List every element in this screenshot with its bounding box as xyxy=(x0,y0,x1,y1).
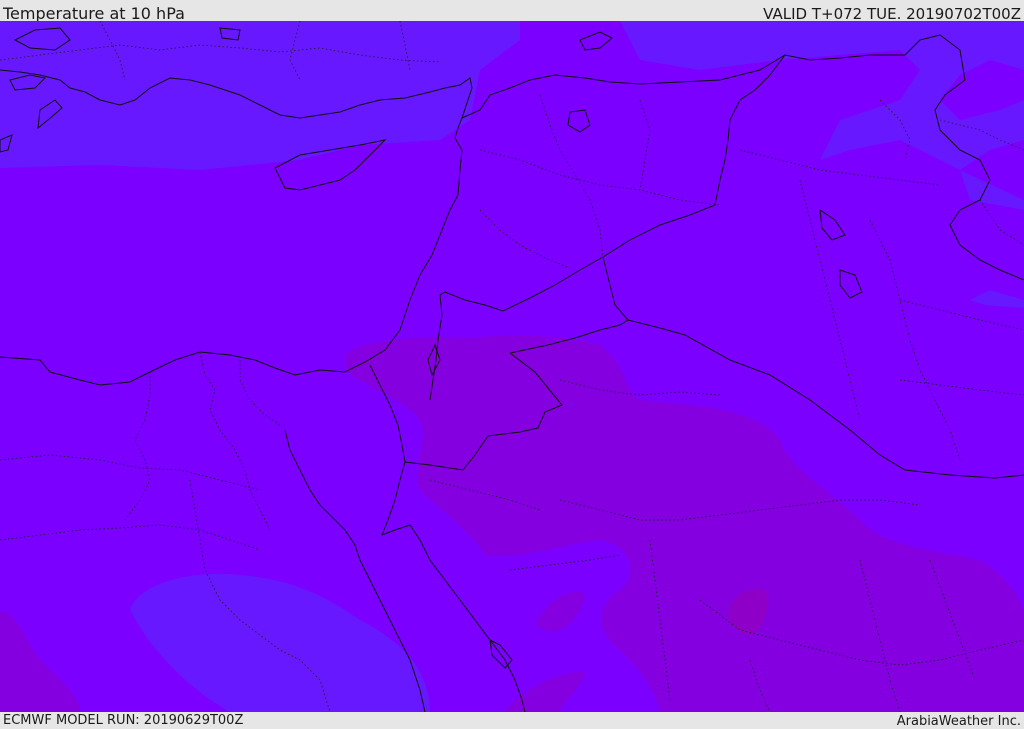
model-run: ECMWF MODEL RUN: 20190629T00Z xyxy=(3,713,244,728)
header-bar: Temperature at 10 hPa VALID T+072 TUE. 2… xyxy=(0,0,1024,23)
map-canvas xyxy=(0,21,1024,712)
credit: ArabiaWeather Inc. xyxy=(896,714,1021,729)
temperature-map[interactable] xyxy=(0,21,1024,712)
footer-bar: ECMWF MODEL RUN: 20190629T00Z ArabiaWeat… xyxy=(0,712,1024,729)
